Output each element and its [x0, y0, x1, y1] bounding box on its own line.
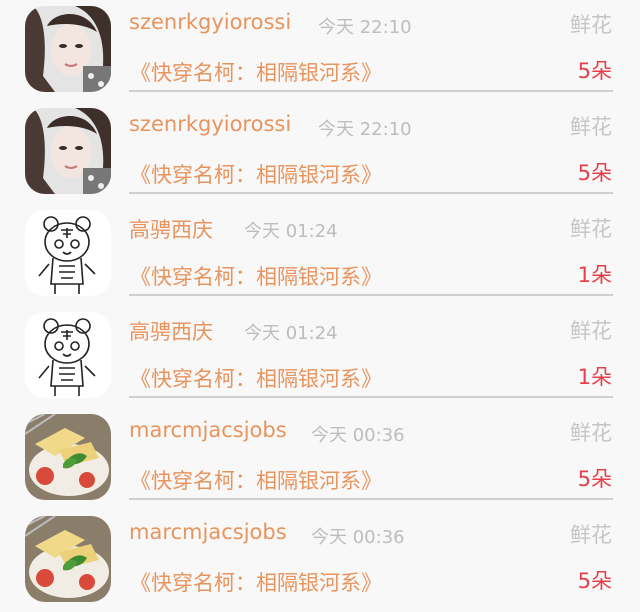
user-name[interactable]: 高骋西庆 — [129, 214, 213, 244]
avatar[interactable] — [25, 210, 111, 296]
row-divider — [129, 396, 613, 398]
gift-type: 鲜花 — [570, 13, 612, 37]
gift-time: 今天 22:10 — [318, 119, 412, 140]
book-title[interactable]: 《快穿名柯：相隔银河系》 — [130, 261, 382, 291]
user-name[interactable]: szenrkgyiorossi — [129, 112, 291, 136]
book-title[interactable]: 《快穿名柯：相隔银河系》 — [130, 363, 382, 393]
gift-time: 今天 01:24 — [244, 221, 338, 242]
book-title[interactable]: 《快穿名柯：相隔银河系》 — [130, 465, 382, 495]
avatar[interactable] — [25, 312, 111, 398]
user-name[interactable]: marcmjacsjobs — [129, 418, 287, 442]
gift-time: 今天 00:36 — [311, 425, 405, 446]
gift-type: 鲜花 — [570, 217, 612, 241]
row-divider — [129, 498, 613, 500]
avatar[interactable] — [25, 6, 111, 92]
gift-time: 今天 01:24 — [244, 323, 338, 344]
gift-type: 鲜花 — [570, 523, 612, 547]
food-photo-avatar — [25, 516, 111, 602]
book-title[interactable]: 《快穿名柯：相隔银河系》 — [130, 159, 382, 189]
woman-photo-avatar — [25, 6, 111, 92]
book-title[interactable]: 《快穿名柯：相隔银河系》 — [130, 57, 382, 87]
gift-record-list: szenrkgyiorossi 今天 22:10 鲜花 《快穿名柯：相隔银河系》… — [0, 0, 640, 612]
list-item[interactable]: marcmjacsjobs 今天 00:36 鲜花 《快穿名柯：相隔银河系》 5… — [0, 510, 640, 612]
user-name[interactable]: szenrkgyiorossi — [129, 10, 291, 34]
woman-photo-avatar — [25, 108, 111, 194]
avatar[interactable] — [25, 516, 111, 602]
food-photo-avatar — [25, 414, 111, 500]
list-item[interactable]: 高骋西庆 今天 01:24 鲜花 《快穿名柯：相隔银河系》 1朵 — [0, 204, 640, 306]
avatar[interactable] — [25, 108, 111, 194]
list-item[interactable]: szenrkgyiorossi 今天 22:10 鲜花 《快穿名柯：相隔银河系》… — [0, 0, 640, 102]
row-divider — [129, 90, 613, 92]
gift-time: 今天 00:36 — [311, 527, 405, 548]
gift-count: 5朵 — [577, 467, 612, 491]
gift-count: 1朵 — [577, 365, 612, 389]
list-item[interactable]: 高骋西庆 今天 01:24 鲜花 《快穿名柯：相隔银河系》 1朵 — [0, 306, 640, 408]
cartoon-tiger-avatar — [25, 210, 111, 296]
book-title[interactable]: 《快穿名柯：相隔银河系》 — [130, 567, 382, 597]
gift-type: 鲜花 — [570, 115, 612, 139]
list-item[interactable]: szenrkgyiorossi 今天 22:10 鲜花 《快穿名柯：相隔银河系》… — [0, 102, 640, 204]
gift-count: 5朵 — [577, 59, 612, 83]
cartoon-tiger-avatar — [25, 312, 111, 398]
gift-count: 5朵 — [577, 569, 612, 593]
avatar[interactable] — [25, 414, 111, 500]
gift-count: 1朵 — [577, 263, 612, 287]
gift-type: 鲜花 — [570, 319, 612, 343]
list-item[interactable]: marcmjacsjobs 今天 00:36 鲜花 《快穿名柯：相隔银河系》 5… — [0, 408, 640, 510]
gift-count: 5朵 — [577, 161, 612, 185]
row-divider — [129, 294, 613, 296]
user-name[interactable]: marcmjacsjobs — [129, 520, 287, 544]
gift-type: 鲜花 — [570, 421, 612, 445]
user-name[interactable]: 高骋西庆 — [129, 316, 213, 346]
gift-time: 今天 22:10 — [318, 17, 412, 38]
row-divider — [129, 192, 613, 194]
